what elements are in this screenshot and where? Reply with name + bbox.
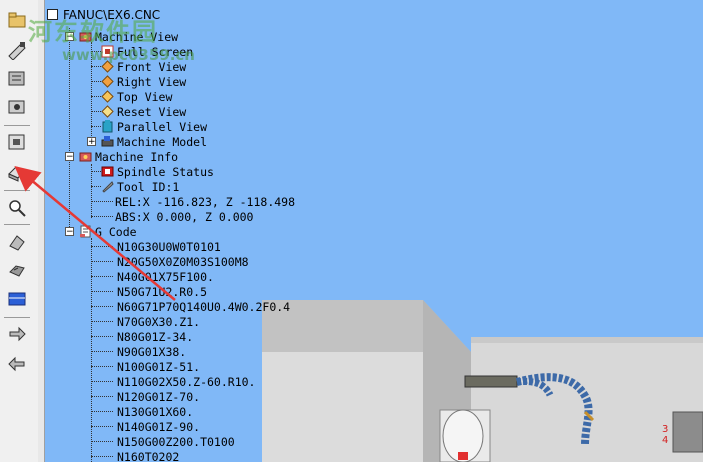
- gcode-line[interactable]: N10G30U0W0T0101: [117, 239, 221, 254]
- gcode-line[interactable]: N60G71P70Q140U0.4W0.2F0.4: [117, 299, 290, 314]
- tree-node-right-view[interactable]: Right View: [101, 74, 186, 89]
- gcode-line[interactable]: N110G02X50.Z-60.R10.: [117, 374, 255, 389]
- tree-node-top-view[interactable]: Top View: [101, 89, 172, 104]
- tree-node-spindle-status[interactable]: Spindle Status: [101, 164, 214, 179]
- step-forward-icon[interactable]: [4, 322, 30, 346]
- gcode-line[interactable]: N150G00Z200.T0100: [117, 434, 235, 449]
- gcode-line[interactable]: N40G01X75F100.: [117, 269, 214, 284]
- tree-node-tool-id[interactable]: Tool ID:1: [101, 179, 179, 194]
- step-backward-icon[interactable]: [4, 352, 30, 376]
- workpiece-icon[interactable]: [4, 258, 30, 282]
- tree-node-machine-model[interactable]: Machine Model: [101, 134, 207, 149]
- g-code-expander[interactable]: −: [65, 227, 74, 237]
- gcode-line[interactable]: N100G01Z-51.: [117, 359, 200, 374]
- gcode-line[interactable]: N70G0X30.Z1.: [117, 314, 200, 329]
- open-file-icon[interactable]: [4, 8, 30, 32]
- tree-node-rel-position: REL:X -116.823, Z -118.498: [115, 194, 296, 209]
- tree-node-reset-view[interactable]: Reset View: [101, 104, 186, 119]
- wrench-icon: [102, 181, 114, 193]
- top-view-icon: [101, 90, 114, 103]
- machine-tree: − Machine View Full Screen Front View Ri…: [45, 0, 703, 462]
- book-icon[interactable]: [4, 66, 30, 90]
- gcode-line[interactable]: N140G01Z-90.: [117, 419, 200, 434]
- reset-view-icon: [101, 105, 114, 118]
- machine-viewport[interactable]: 3 4 − Machine View Full Screen Front Vie…: [45, 0, 703, 462]
- splitter[interactable]: [38, 0, 45, 462]
- machine-model-expander[interactable]: +: [87, 137, 96, 147]
- display-icon[interactable]: [4, 287, 30, 311]
- gcode-line[interactable]: N80G01Z-34.: [117, 329, 193, 344]
- gcode-line[interactable]: N20G50X0Z0M03S100M8: [117, 254, 249, 269]
- parallel-view-icon: [102, 120, 113, 133]
- machine-info-expander[interactable]: −: [65, 152, 74, 162]
- machine-info-icon: [79, 152, 92, 162]
- machine-view-icon[interactable]: [4, 160, 30, 184]
- right-view-icon: [101, 75, 114, 88]
- tree-node-parallel-view[interactable]: Parallel View: [101, 119, 207, 134]
- machine-model-icon: [101, 136, 114, 147]
- gcode-line[interactable]: N130G01X60.: [117, 404, 193, 419]
- setup-icon[interactable]: [4, 94, 30, 118]
- tree-node-machine-info[interactable]: Machine Info: [79, 149, 178, 164]
- watermark-url: www.pc0359.cn: [62, 46, 195, 64]
- tool-icon[interactable]: [4, 230, 30, 254]
- edit-program-icon[interactable]: [4, 38, 30, 62]
- gcode-line[interactable]: N90G01X38.: [117, 344, 186, 359]
- gcode-line[interactable]: N50G71U2.R0.5: [117, 284, 207, 299]
- machine-parts-icon[interactable]: [4, 130, 30, 154]
- spindle-icon: [101, 166, 114, 177]
- zoom-icon[interactable]: [4, 195, 30, 219]
- gcode-line[interactable]: N120G01Z-70.: [117, 389, 200, 404]
- tree-node-abs-position: ABS:X 0.000, Z 0.000: [115, 209, 254, 224]
- document-icon: [80, 225, 91, 238]
- watermark-title: 河东软件园: [28, 18, 158, 46]
- gcode-line[interactable]: N160T0202: [117, 449, 179, 462]
- tree-node-g-code[interactable]: G Code: [79, 224, 137, 239]
- left-toolbar: [0, 0, 39, 462]
